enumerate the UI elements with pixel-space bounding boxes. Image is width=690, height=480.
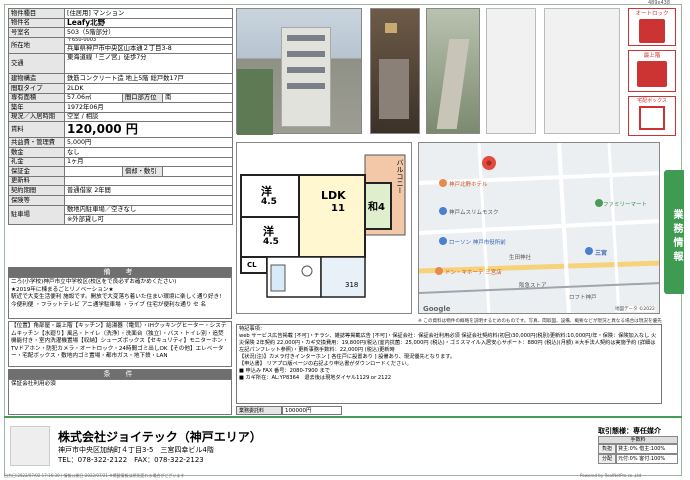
facilities-text: 【位置】角部屋・最上階【キッチン】給湯器（電気）・IHクッキングヒーター・システ… [8, 321, 232, 367]
fee-label: 業務委託料 [236, 406, 282, 415]
spec-table: 物件種目 [住居用] マンション 物件名 Leafy北野 号室名 503（5階部分） … [8, 8, 233, 225]
top-floor-badge: 最上階 [628, 50, 676, 92]
conditions-header: 条 件 [8, 369, 232, 379]
footer-left: 出力日:2022/07/02 17:16:30 / 情報公開日:2022/07/… [4, 473, 185, 478]
location-map: 神戸北野ホテル 神戸ムスリムモスク ローソン 神戸市役所前 ドン・キホーテ 三宮… [418, 142, 660, 314]
delivery-box-icon [639, 106, 665, 130]
building-icon [637, 61, 667, 87]
path-photo [426, 8, 480, 134]
company-name: 株式会社ジョイテック（神戸エリア） [58, 430, 262, 444]
address: 兵庫県神戸市中央区山本通２丁目3-8 [64, 43, 233, 55]
company-address: 神戸市中央区加納町４丁目3-5 三宮四幸ビル4階 [58, 446, 214, 454]
page-code: 489x438 [648, 0, 671, 6]
photo-placeholder-1 [486, 8, 536, 134]
remarks-header: 備 考 [8, 267, 232, 277]
footer-right: Powered by RealNetPro co.,Ltd [580, 473, 642, 478]
business-info-tab[interactable]: 業務情報 [664, 170, 684, 294]
entrance-photo [370, 8, 420, 134]
remarks-text: 二ろ(小学校)神戸市立中学校区(校区をで良必ずお確かめください) ★2019年に… [8, 277, 232, 319]
rent-value: 120,000 円 [64, 121, 233, 139]
building-photo [236, 8, 362, 135]
special-notes: 特記事項： web サービス広告掲載 [不可]・チラシ、雑誌等掲載広告 [不可]… [236, 324, 662, 404]
deal-title: 取引態様：専任媒介 [598, 427, 661, 435]
autolock-badge: オートロック [628, 8, 676, 46]
property-name: Leafy北野 [64, 17, 233, 29]
company-tel: TEL：078-322-2122 FAX：078-322-2123 [58, 456, 204, 464]
autolock-icon [639, 19, 665, 43]
company-logo-icon [10, 426, 50, 466]
photo-placeholder-2 [544, 8, 620, 134]
floor-plan: 洋 4.5 洋 4.5 LDK 11 和4 バルコニー CL 318 [236, 142, 412, 314]
delivery-box-badge: 宅配ボックス [628, 96, 676, 136]
fee-value: 100000円 [282, 406, 342, 415]
conditions-text: 保証会社利用必須 [8, 379, 232, 415]
